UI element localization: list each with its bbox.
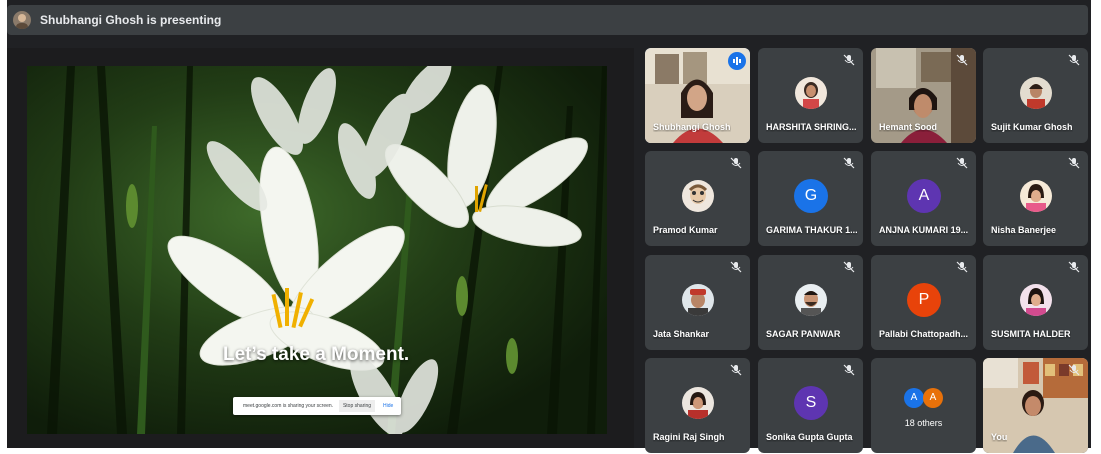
participant-tile[interactable]: Hemant Sood — [871, 48, 976, 143]
participant-name: Shubhangi Ghosh — [653, 122, 731, 132]
participant-name: Ragini Raj Singh — [653, 432, 725, 442]
hide-button[interactable]: Hide — [383, 403, 393, 409]
mic-off-icon — [1068, 261, 1080, 273]
mic-off-icon — [956, 157, 968, 169]
mic-off-icon — [730, 261, 742, 273]
avatar — [1020, 180, 1052, 212]
participant-name: ANJNA KUMARI 19... — [879, 225, 969, 235]
avatar — [682, 180, 714, 212]
avatar — [795, 284, 827, 316]
participant-tile[interactable]: Ragini Raj Singh — [645, 358, 750, 453]
participant-tile[interactable]: S Sonika Gupta Gupta — [758, 358, 863, 453]
avatar — [682, 284, 714, 316]
participant-tile[interactable]: Sujit Kumar Ghosh — [983, 48, 1088, 143]
participant-name: HARSHITA SHRING... — [766, 122, 857, 132]
participant-name: Pramod Kumar — [653, 225, 718, 235]
share-message: meet.google.com is sharing your screen. — [243, 403, 334, 409]
participant-name: SAGAR PANWAR — [766, 329, 841, 339]
presenter-avatar — [13, 11, 31, 29]
participant-name: Sujit Kumar Ghosh — [991, 122, 1073, 132]
avatar-initial: P — [907, 283, 941, 317]
window-edge — [0, 0, 7, 454]
participant-tile[interactable]: A ANJNA KUMARI 19... — [871, 151, 976, 246]
mic-off-icon — [843, 261, 855, 273]
participant-name: Pallabi Chattopadh... — [879, 329, 969, 339]
mic-off-icon — [1068, 364, 1080, 376]
mic-off-icon — [843, 364, 855, 376]
mic-off-icon — [730, 364, 742, 376]
avatar-initial: A — [904, 388, 924, 408]
participant-tile[interactable]: SAGAR PANWAR — [758, 255, 863, 350]
avatar — [1020, 284, 1052, 316]
stop-sharing-button[interactable]: Stop sharing — [339, 400, 375, 412]
avatar — [795, 77, 827, 109]
avatar-initial: S — [794, 386, 828, 420]
avatar-initial: G — [794, 179, 828, 213]
participant-tile[interactable]: P Pallabi Chattopadh... — [871, 255, 976, 350]
participant-tile[interactable]: Nisha Banerjee — [983, 151, 1088, 246]
flower-image — [47, 66, 607, 434]
participant-name: SUSMITA HALDER — [991, 329, 1071, 339]
speaking-indicator — [728, 52, 746, 70]
presenting-text: Shubhangi Ghosh is presenting — [40, 13, 222, 27]
mic-off-icon — [1068, 54, 1080, 66]
self-tile[interactable]: You — [983, 358, 1088, 453]
avatar — [682, 387, 714, 419]
participant-tile[interactable]: G GARIMA THAKUR 1... — [758, 151, 863, 246]
mic-off-icon — [843, 157, 855, 169]
mic-off-icon — [730, 157, 742, 169]
others-tile[interactable]: A A 18 others — [871, 358, 976, 453]
presenting-banner: Shubhangi Ghosh is presenting — [7, 5, 1088, 35]
others-count: 18 others — [904, 418, 943, 428]
participant-name: GARIMA THAKUR 1... — [766, 225, 858, 235]
mic-off-icon — [956, 54, 968, 66]
participant-name: Hemant Sood — [879, 122, 938, 132]
mic-off-icon — [843, 54, 855, 66]
participant-tile[interactable]: SUSMITA HALDER — [983, 255, 1088, 350]
avatar-initial: A — [907, 179, 941, 213]
meet-window: Shubhangi Ghosh is presenting Let’s take… — [0, 0, 1101, 454]
participant-tile[interactable]: HARSHITA SHRING... — [758, 48, 863, 143]
participant-name: You — [991, 432, 1008, 442]
avatar — [1020, 77, 1052, 109]
participant-tile[interactable]: Jata Shankar — [645, 255, 750, 350]
shared-screen: Let’s take a Moment. meet.google.com is … — [27, 66, 607, 434]
window-edge — [1091, 0, 1101, 454]
participant-name: Jata Shankar — [653, 329, 710, 339]
participant-name: Sonika Gupta Gupta — [766, 432, 853, 442]
mic-off-icon — [956, 261, 968, 273]
avatar-initial: A — [923, 388, 943, 408]
slide-caption: Let’s take a Moment. — [223, 344, 410, 365]
participant-tile[interactable]: Pramod Kumar — [645, 151, 750, 246]
mic-off-icon — [1068, 157, 1080, 169]
participant-tile[interactable]: Shubhangi Ghosh — [645, 48, 750, 143]
presentation-stage: Let’s take a Moment. meet.google.com is … — [7, 48, 634, 448]
screen-share-notice: meet.google.com is sharing your screen. … — [233, 397, 401, 415]
participant-name: Nisha Banerjee — [991, 225, 1057, 235]
